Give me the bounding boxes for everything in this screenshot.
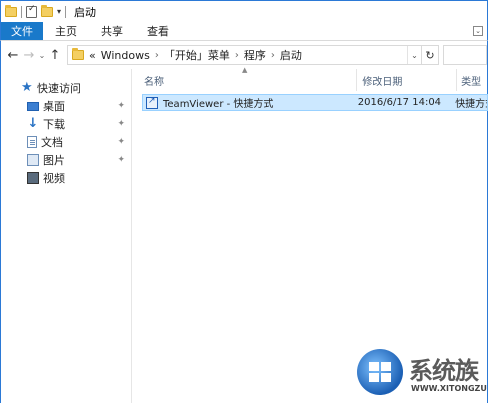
shortcut-icon <box>146 96 158 109</box>
watermark-text: 系统族 <box>409 357 479 385</box>
column-date-label: 修改日期 <box>362 76 403 88</box>
address-bar[interactable]: « Windows › 「开始」菜单 › 程序 › 启动 ⌄ <box>67 45 422 65</box>
window-title: 启动 <box>74 5 97 19</box>
pin-icon: ✦ <box>117 137 125 147</box>
watermark-url: WWW.XITONGZU.COM <box>411 384 487 393</box>
search-input[interactable] <box>443 45 487 65</box>
back-button[interactable]: ← <box>5 48 21 63</box>
recent-locations-button[interactable]: ⌄ <box>37 51 47 60</box>
breadcrumb-chevron-icon[interactable]: › <box>155 50 159 61</box>
watermark: 系统族 WWW.XITONGZU.COM <box>337 343 487 403</box>
sidebar-item-documents[interactable]: 文档 ✦ <box>1 133 131 151</box>
download-icon: ↓ <box>27 116 39 131</box>
tab-file[interactable]: 文件 <box>1 22 43 40</box>
sidebar-item-downloads[interactable]: ↓ 下载 ✦ <box>1 115 131 133</box>
breadcrumb-chevron-icon[interactable]: › <box>271 50 275 61</box>
pin-icon: ✦ <box>117 119 125 129</box>
file-list: ▲ 名称 修改日期 类型 TeamViewer - 快捷方式 2016/6/17… <box>132 66 488 403</box>
column-type[interactable]: 类型 <box>457 69 487 91</box>
videos-icon <box>27 172 39 184</box>
folder-icon <box>72 48 84 60</box>
ribbon-tabs: 文件 主页 共享 查看 ⌄ <box>0 22 488 41</box>
breadcrumb-programs[interactable]: 程序 <box>244 47 266 63</box>
file-name: TeamViewer - 快捷方式 <box>163 99 274 110</box>
tab-view[interactable]: 查看 <box>135 22 181 40</box>
sidebar-item-videos[interactable]: 视频 <box>1 169 131 187</box>
sidebar-item-pictures[interactable]: 图片 ✦ <box>1 151 131 169</box>
up-button[interactable]: ↑ <box>47 48 63 63</box>
breadcrumb-startup[interactable]: 启动 <box>280 47 302 63</box>
documents-icon <box>27 136 37 148</box>
sidebar-item-label: 视频 <box>43 172 65 185</box>
desktop-icon <box>27 101 39 111</box>
column-name[interactable]: ▲ 名称 <box>132 66 358 91</box>
sidebar-item-label: 快速访问 <box>37 82 81 95</box>
windows-logo-icon <box>357 349 403 395</box>
title-bar: ▾ 启动 <box>0 0 488 22</box>
address-overflow[interactable]: « <box>89 49 96 62</box>
breadcrumb-chevron-icon[interactable]: › <box>235 50 239 61</box>
properties-icon[interactable] <box>26 4 37 18</box>
file-type: 快捷方式 <box>455 99 487 110</box>
sidebar-item-desktop[interactable]: 桌面 ✦ <box>1 97 131 115</box>
pin-icon: ✦ <box>117 155 125 165</box>
column-type-label: 类型 <box>461 76 482 88</box>
navigation-bar: ← → ⌄ ↑ « Windows › 「开始」菜单 › 程序 › 启动 ⌄ ↻ <box>0 41 488 69</box>
separator <box>65 5 67 18</box>
sidebar-item-label: 文档 <box>41 136 63 149</box>
tab-share[interactable]: 共享 <box>89 22 135 40</box>
column-header: ▲ 名称 修改日期 类型 <box>132 66 487 91</box>
file-row[interactable]: TeamViewer - 快捷方式 2016/6/17 14:04 快捷方式 <box>142 94 488 111</box>
tab-home[interactable]: 主页 <box>43 22 89 40</box>
chevron-down-icon[interactable]: ▾ <box>57 7 61 16</box>
refresh-button[interactable]: ↻ <box>421 45 439 65</box>
column-date[interactable]: 修改日期 <box>357 69 458 91</box>
breadcrumb-windows[interactable]: Windows <box>101 49 150 62</box>
sidebar-item-label: 桌面 <box>43 100 65 113</box>
new-folder-icon[interactable] <box>41 4 53 17</box>
forward-button[interactable]: → <box>21 48 37 63</box>
address-dropdown-icon[interactable]: ⌄ <box>407 46 421 64</box>
sidebar-item-quick-access[interactable]: ★ 快速访问 <box>1 79 131 97</box>
pin-icon: ✦ <box>117 101 125 111</box>
column-name-label: 名称 <box>144 76 164 88</box>
separator <box>21 5 22 18</box>
navigation-pane: ★ 快速访问 桌面 ✦ ↓ 下载 ✦ 文档 ✦ 图片 ✦ 视频 <box>0 69 132 403</box>
sort-up-icon: ▲ <box>242 66 248 74</box>
sidebar-item-label: 下载 <box>43 118 65 131</box>
expand-ribbon-icon[interactable]: ⌄ <box>473 26 483 36</box>
file-date: 2016/6/17 14:04 <box>357 97 442 108</box>
folder-icon <box>5 4 17 17</box>
pictures-icon <box>27 154 39 166</box>
breadcrumb-start-menu[interactable]: 「开始」菜单 <box>164 47 230 63</box>
sidebar-item-label: 图片 <box>43 154 65 167</box>
star-icon: ★ <box>21 80 33 95</box>
